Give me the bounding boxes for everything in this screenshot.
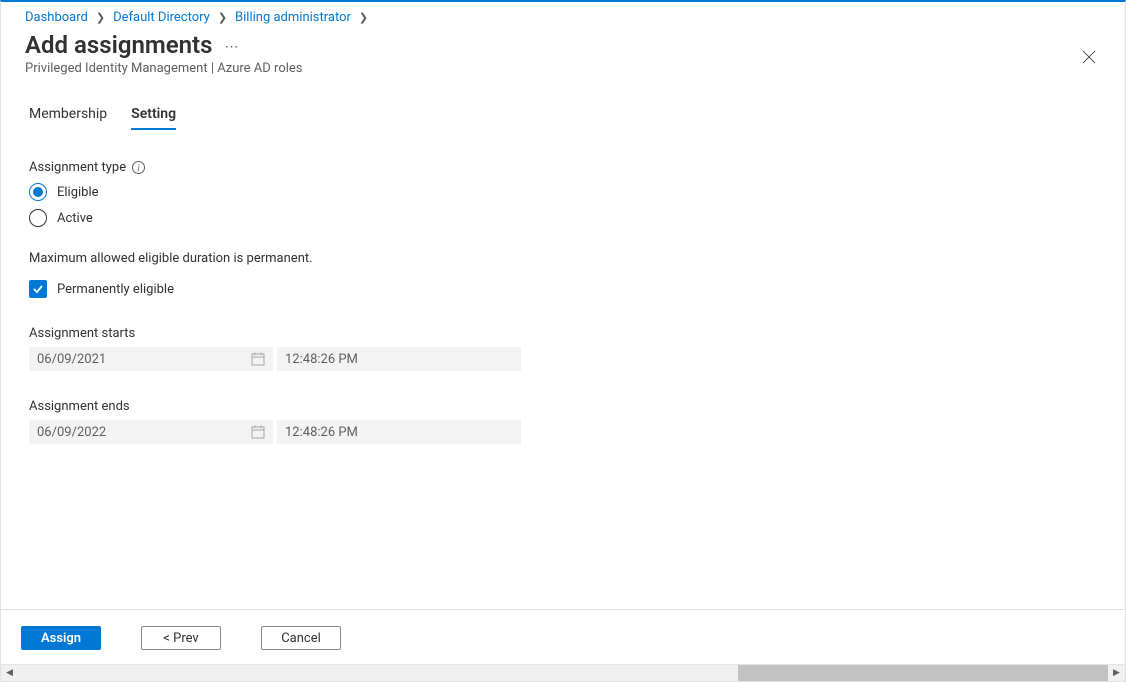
permanently-eligible-label: Permanently eligible bbox=[57, 282, 174, 297]
more-actions-button[interactable]: ⋯ bbox=[224, 39, 238, 55]
breadcrumb-default-directory[interactable]: Default Directory bbox=[113, 10, 210, 25]
scroll-left-arrow-icon[interactable]: ◀ bbox=[1, 665, 18, 682]
chevron-right-icon: ❯ bbox=[214, 11, 231, 24]
radio-icon bbox=[29, 209, 47, 227]
tab-membership[interactable]: Membership bbox=[29, 106, 107, 130]
prev-button[interactable]: < Prev bbox=[141, 626, 221, 650]
start-date-input[interactable]: 06/09/2021 bbox=[29, 347, 273, 371]
start-date-value: 06/09/2021 bbox=[37, 352, 106, 367]
scrollbar-thumb[interactable] bbox=[738, 665, 1108, 681]
cancel-button[interactable]: Cancel bbox=[261, 626, 341, 650]
calendar-icon bbox=[251, 352, 265, 366]
end-date-value: 06/09/2022 bbox=[37, 425, 106, 440]
assignment-starts-label: Assignment starts bbox=[29, 326, 1097, 341]
radio-active[interactable]: Active bbox=[29, 209, 1097, 227]
assignment-type-label: Assignment type bbox=[29, 160, 126, 175]
tab-setting[interactable]: Setting bbox=[131, 106, 176, 130]
end-time-input[interactable]: 12:48:26 PM bbox=[277, 420, 521, 444]
calendar-icon bbox=[251, 425, 265, 439]
breadcrumb-billing-administrator[interactable]: Billing administrator bbox=[235, 10, 351, 25]
chevron-right-icon: ❯ bbox=[355, 11, 372, 24]
assignment-ends-label: Assignment ends bbox=[29, 399, 1097, 414]
radio-eligible[interactable]: Eligible bbox=[29, 183, 1097, 201]
info-icon[interactable]: i bbox=[132, 161, 145, 174]
max-duration-text: Maximum allowed eligible duration is per… bbox=[29, 251, 1097, 266]
radio-icon bbox=[29, 183, 47, 201]
assign-button[interactable]: Assign bbox=[21, 626, 101, 650]
scroll-right-arrow-icon[interactable]: ▶ bbox=[1108, 665, 1125, 682]
end-date-input[interactable]: 06/09/2022 bbox=[29, 420, 273, 444]
start-time-input[interactable]: 12:48:26 PM bbox=[277, 347, 521, 371]
radio-eligible-label: Eligible bbox=[57, 185, 99, 200]
page-title: Add assignments bbox=[25, 31, 212, 59]
breadcrumb: Dashboard ❯ Default Directory ❯ Billing … bbox=[1, 2, 1125, 25]
radio-active-label: Active bbox=[57, 211, 93, 226]
page-subtitle: Privileged Identity Management | Azure A… bbox=[25, 61, 1101, 76]
start-time-value: 12:48:26 PM bbox=[285, 352, 358, 367]
checkmark-icon bbox=[29, 280, 47, 298]
horizontal-scrollbar[interactable]: ◀ ▶ bbox=[1, 664, 1125, 681]
breadcrumb-dashboard[interactable]: Dashboard bbox=[25, 10, 88, 25]
chevron-right-icon: ❯ bbox=[92, 11, 109, 24]
permanently-eligible-checkbox[interactable]: Permanently eligible bbox=[29, 280, 1097, 298]
end-time-value: 12:48:26 PM bbox=[285, 425, 358, 440]
scrollbar-track[interactable] bbox=[18, 665, 1108, 681]
